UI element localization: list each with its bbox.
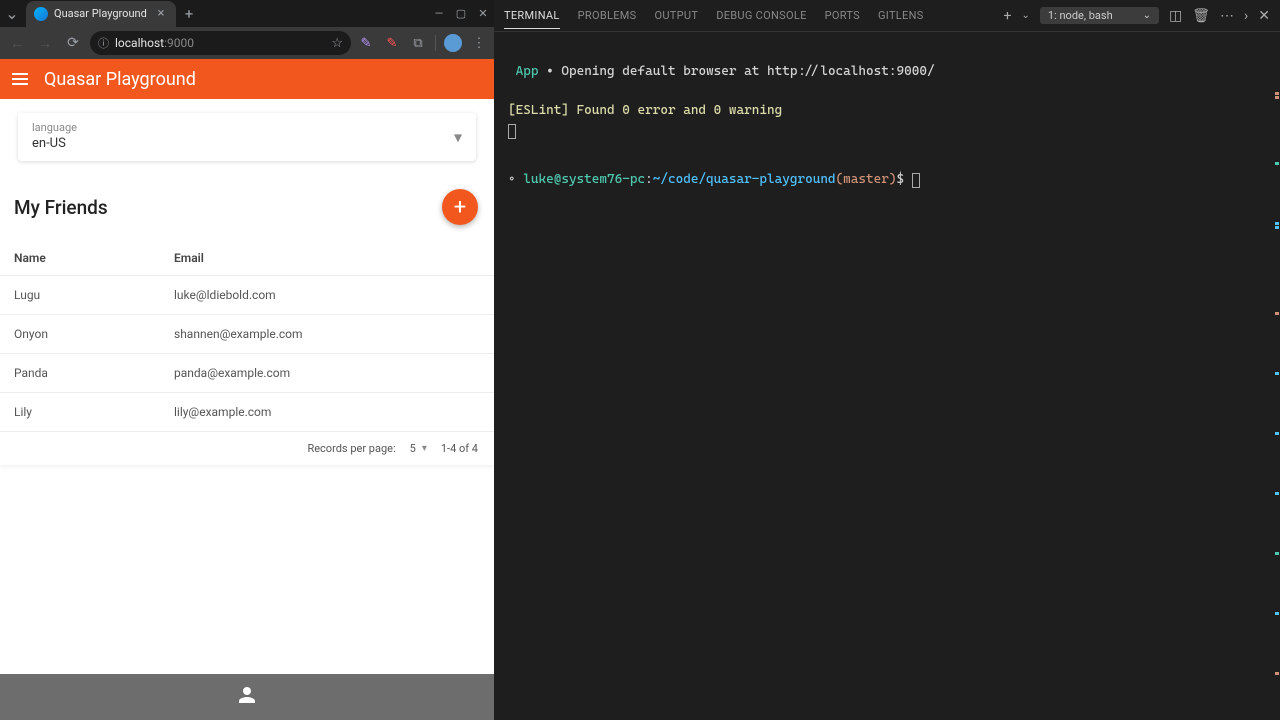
close-tab-icon[interactable]: × [154, 6, 168, 21]
scrollbar-marks[interactable] [1268, 32, 1280, 720]
records-per-page-label: Records per page: [307, 442, 395, 455]
profile-icon[interactable] [444, 34, 462, 52]
tab-dropdown-icon[interactable]: ⌄ [0, 1, 24, 27]
bottom-nav [0, 674, 494, 720]
friends-section: My Friends + Name Email Lugu luke@ldiebo… [0, 181, 494, 465]
cell-name: Panda [14, 366, 174, 380]
add-friend-button[interactable]: + [442, 189, 478, 225]
terminal-body[interactable]: App • Opening default browser at http://… [494, 32, 1280, 720]
address-bar[interactable]: ⓘ localhost:9000 ☆ [90, 31, 351, 55]
col-name[interactable]: Name [14, 251, 174, 265]
menu-icon[interactable]: ⋮ [470, 36, 488, 51]
tab-gitlens[interactable]: GITLENS [878, 3, 924, 28]
app-content: Quasar Playground language en-US ▾ My Fr… [0, 59, 494, 720]
chevron-down-icon[interactable]: ⌄ [1022, 10, 1030, 21]
app-header: Quasar Playground [0, 59, 494, 99]
split-terminal-icon[interactable]: ◫ [1169, 8, 1182, 24]
language-select[interactable]: language en-US ▾ [18, 113, 476, 161]
person-icon[interactable] [235, 683, 259, 711]
language-label: language [32, 121, 462, 134]
cell-email: lily@example.com [174, 405, 480, 419]
hamburger-icon[interactable] [12, 73, 28, 85]
table-row[interactable]: Panda panda@example.com [0, 353, 494, 392]
close-panel-icon[interactable]: ✕ [1258, 8, 1270, 24]
trash-icon[interactable]: 🗑 [1192, 8, 1210, 24]
extension-icon[interactable]: ✎ [357, 36, 375, 51]
app-title: Quasar Playground [44, 69, 196, 90]
cell-name: Lugu [14, 288, 174, 302]
cursor [912, 173, 920, 188]
table-row[interactable]: Onyon shannen@example.com [0, 314, 494, 353]
tab-problems[interactable]: PROBLEMS [578, 3, 637, 28]
forward-icon[interactable]: → [34, 32, 56, 54]
tab-title: Quasar Playground [54, 7, 148, 20]
more-icon[interactable]: ⋯ [1220, 8, 1234, 24]
tab-debug-console[interactable]: DEBUG CONSOLE [716, 3, 806, 28]
maximize-icon[interactable]: ▢ [450, 1, 472, 27]
close-window-icon[interactable]: ✕ [472, 1, 494, 27]
chevron-down-icon: ⌄ [1143, 10, 1151, 21]
minimize-icon[interactable]: — [428, 1, 450, 27]
tab-ports[interactable]: PORTS [825, 3, 860, 28]
site-info-icon[interactable]: ⓘ [98, 35, 109, 51]
friends-header: My Friends + [0, 181, 494, 233]
panel-actions: + ⌄ 1: node, bash ⌄ ◫ 🗑 ⋯ › ✕ [1004, 7, 1270, 24]
cell-email: shannen@example.com [174, 327, 480, 341]
cell-email: luke@ldiebold.com [174, 288, 480, 302]
extension-icon[interactable]: ✎ [383, 36, 401, 51]
table-header: Name Email [0, 241, 494, 275]
table-row[interactable]: Lugu luke@ldiebold.com [0, 275, 494, 314]
browser-window: ⌄ Quasar Playground × + — ▢ ✕ ← → ⟳ ⓘ lo… [0, 0, 494, 720]
friends-title: My Friends [14, 196, 108, 219]
records-per-page-select[interactable]: 5 ▾ [410, 442, 427, 455]
panel-tabs: TERMINAL PROBLEMS OUTPUT DEBUG CONSOLE P… [494, 0, 1280, 32]
language-value: en-US [32, 136, 462, 151]
window-controls: — ▢ ✕ [428, 1, 494, 27]
table-row[interactable]: Lily lily@example.com [0, 392, 494, 431]
new-tab-button[interactable]: + [176, 5, 202, 23]
terminal-line [508, 122, 1266, 143]
tab-terminal[interactable]: TERMINAL [504, 3, 560, 29]
toolbar-icons: ✎ ✎ ⧉ ⋮ [357, 34, 488, 52]
terminal-prompt: ◦ luke@system76-pc:~/code/quasar-playgro… [508, 170, 1266, 191]
pagination-range: 1-4 of 4 [441, 442, 478, 455]
bookmark-icon[interactable]: ☆ [331, 36, 343, 51]
browser-titlebar: ⌄ Quasar Playground × + — ▢ ✕ [0, 0, 494, 27]
terminal-line: App • Opening default browser at http://… [508, 62, 1266, 83]
back-icon[interactable]: ← [6, 32, 28, 54]
divider [435, 35, 436, 51]
friends-table: Name Email Lugu luke@ldiebold.com Onyon … [0, 241, 494, 465]
reload-icon[interactable]: ⟳ [62, 32, 84, 54]
url-text: localhost:9000 [115, 36, 194, 50]
browser-toolbar: ← → ⟳ ⓘ localhost:9000 ☆ ✎ ✎ ⧉ ⋮ [0, 27, 494, 59]
col-email[interactable]: Email [174, 251, 480, 265]
table-footer: Records per page: 5 ▾ 1-4 of 4 [0, 431, 494, 465]
editor-panel: TERMINAL PROBLEMS OUTPUT DEBUG CONSOLE P… [494, 0, 1280, 720]
favicon-icon [34, 7, 48, 21]
new-terminal-icon[interactable]: + [1004, 8, 1012, 24]
chevron-down-icon: ▾ [422, 443, 427, 454]
tab-output[interactable]: OUTPUT [655, 3, 699, 28]
extensions-icon[interactable]: ⧉ [409, 36, 427, 51]
terminal-select[interactable]: 1: node, bash ⌄ [1040, 7, 1159, 24]
cell-name: Lily [14, 405, 174, 419]
terminal-line: [ESLint] Found 0 error and 0 warning [508, 101, 1266, 122]
chevron-down-icon: ▾ [454, 128, 462, 147]
maximize-panel-icon[interactable]: › [1244, 8, 1248, 24]
browser-tab[interactable]: Quasar Playground × [26, 1, 176, 27]
cell-email: panda@example.com [174, 366, 480, 380]
cell-name: Onyon [14, 327, 174, 341]
